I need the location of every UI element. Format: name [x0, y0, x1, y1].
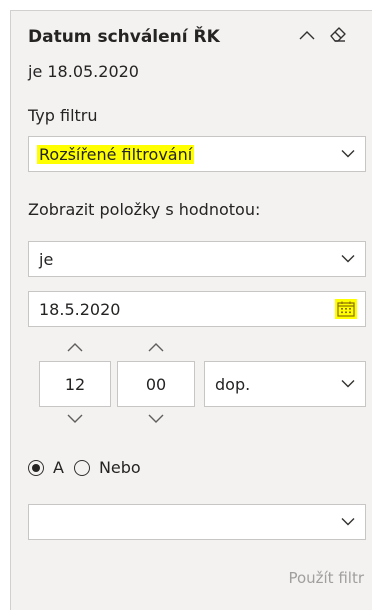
filter-type-dropdown[interactable]: Rozšířené filtrování [28, 136, 366, 172]
chevron-down-icon [67, 414, 83, 423]
radio-or[interactable] [73, 459, 90, 476]
minute-value: 00 [145, 374, 167, 394]
hour-increment-button[interactable] [63, 339, 87, 355]
chevron-down-icon [341, 518, 355, 526]
clear-filter-button[interactable] [327, 23, 349, 45]
show-items-label: Zobrazit položky s hodnotou: [28, 200, 261, 219]
second-operator-dropdown[interactable] [28, 504, 366, 540]
filter-title: Datum schválení ŘK [28, 27, 220, 47]
date-picker-button[interactable] [335, 299, 357, 319]
ampm-value: dop. [215, 374, 251, 394]
operator-value: je [39, 249, 54, 269]
radio-selected-dot [32, 463, 40, 472]
hour-input[interactable]: 12 [39, 361, 111, 407]
chevron-down-icon [148, 414, 164, 423]
minute-input[interactable]: 00 [117, 361, 195, 407]
apply-filter-button[interactable]: Použít filtr [288, 569, 364, 587]
calendar-icon [337, 301, 355, 317]
filter-type-label: Typ filtru [28, 106, 98, 125]
date-input[interactable]: 18.5.2020 [28, 291, 366, 327]
operator-dropdown[interactable]: je [28, 241, 366, 277]
minute-decrement-button[interactable] [144, 411, 168, 427]
radio-or-label: Nebo [98, 458, 141, 477]
chevron-up-icon [67, 343, 83, 352]
chevron-down-icon [341, 380, 355, 388]
chevron-down-icon [341, 255, 355, 263]
filter-summary: je 18.05.2020 [28, 62, 139, 81]
minute-increment-button[interactable] [144, 339, 168, 355]
radio-and[interactable] [28, 459, 44, 476]
chevron-down-icon [341, 150, 355, 158]
ampm-dropdown[interactable]: dop. [204, 361, 366, 407]
hour-decrement-button[interactable] [63, 411, 87, 427]
radio-and-label: A [53, 458, 64, 477]
chevron-up-icon [299, 31, 315, 40]
collapse-button[interactable] [297, 25, 317, 45]
logic-radio-group: A Nebo [28, 458, 141, 477]
hour-value: 12 [64, 374, 86, 394]
filter-card: Datum schválení ŘK je 18.05.2020 Typ fil… [10, 10, 372, 610]
chevron-up-icon [148, 343, 164, 352]
filter-type-value: Rozšířené filtrování [37, 144, 195, 164]
eraser-icon [330, 27, 346, 42]
date-value: 18.5.2020 [39, 299, 121, 319]
